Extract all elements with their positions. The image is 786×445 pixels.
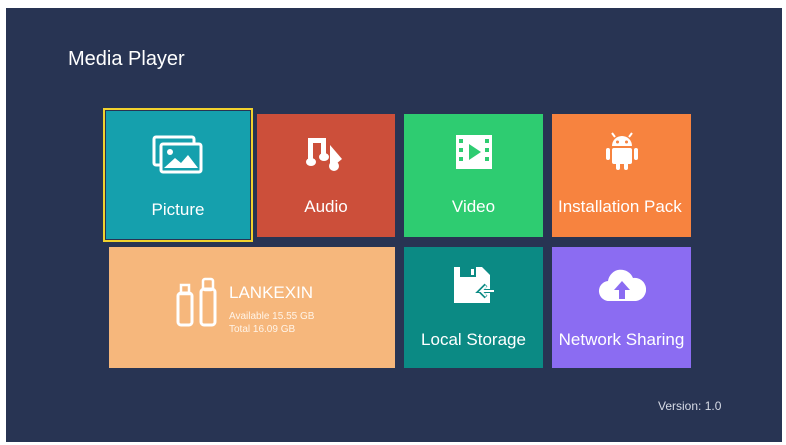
- tile-audio[interactable]: Audio: [257, 114, 395, 237]
- tile-local-storage-label: Local Storage: [421, 330, 526, 349]
- tile-installation-pack[interactable]: Installation Pack: [552, 114, 691, 237]
- tile-audio-label: Audio: [304, 197, 348, 216]
- music-note-icon: [306, 138, 342, 171]
- usb-drive-icon: [176, 277, 217, 327]
- usb-drive-available: Available 15.55 GB: [229, 311, 315, 322]
- version-label: Version: 1.0: [658, 399, 722, 413]
- cloud-upload-icon: [598, 269, 646, 302]
- storage-icon: [453, 267, 496, 303]
- tile-video-label: Video: [451, 197, 496, 216]
- tile-installation-pack-label: Installation Pack: [558, 197, 682, 216]
- page-title: Media Player: [68, 48, 185, 70]
- film-icon: [455, 135, 492, 169]
- tile-network-sharing[interactable]: Network Sharing: [552, 247, 691, 368]
- tile-usb-drive[interactable]: LANKEXIN Available 15.55 GB Total 16.09 …: [109, 247, 395, 368]
- media-player-screen: Media Player Picture Audio Video Install…: [6, 8, 782, 442]
- android-icon: [605, 132, 638, 170]
- tile-picture-label: Picture: [151, 200, 205, 219]
- usb-drive-total: Total 16.09 GB: [229, 324, 296, 335]
- picture-icon: [152, 135, 203, 174]
- tile-video[interactable]: Video: [404, 114, 543, 237]
- tile-picture[interactable]: Picture: [103, 108, 253, 242]
- usb-drive-name: LANKEXIN: [229, 283, 314, 302]
- tile-local-storage[interactable]: Local Storage: [404, 247, 543, 368]
- tile-network-sharing-label: Network Sharing: [558, 330, 685, 349]
